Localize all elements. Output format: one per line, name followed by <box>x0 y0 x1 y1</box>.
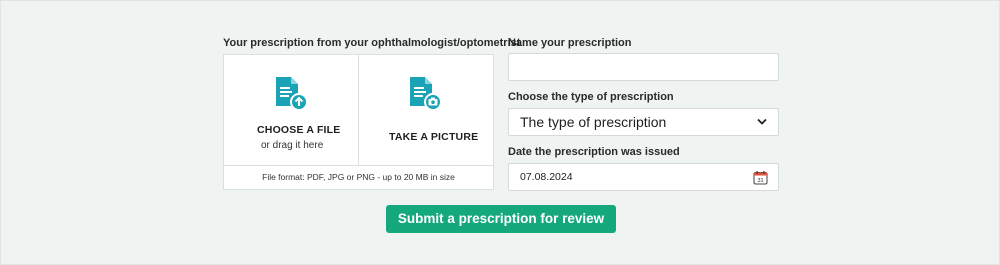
choose-file-title: CHOOSE A FILE <box>257 124 341 136</box>
file-upload-icon <box>276 77 308 111</box>
date-field-label: Date the prescription was issued <box>508 146 680 158</box>
file-format-note: File format: PDF, JPG or PNG - up to 20 … <box>224 165 493 189</box>
page-background: Your prescription from your ophthalmolog… <box>0 0 1000 265</box>
issue-date-field[interactable]: 07.08.2024 31 <box>508 163 779 191</box>
calendar-icon[interactable]: 31 <box>753 170 768 185</box>
choose-file-button[interactable]: CHOOSE A FILE or drag it here <box>224 55 359 165</box>
file-camera-icon <box>410 77 442 111</box>
chevron-down-icon <box>757 118 767 125</box>
prescription-type-value: The type of prescription <box>520 114 667 130</box>
take-picture-button[interactable]: TAKE A PICTURE <box>359 55 493 165</box>
upload-box: CHOOSE A FILE or drag it here TAKE A PIC… <box>223 54 494 190</box>
name-field-label: Name your prescription <box>508 37 632 49</box>
issue-date-value: 07.08.2024 <box>520 171 573 183</box>
prescription-type-select[interactable]: The type of prescription <box>508 108 779 136</box>
name-field <box>508 53 779 81</box>
submit-prescription-button[interactable]: Submit a prescription for review <box>386 205 616 233</box>
take-picture-title: TAKE A PICTURE <box>389 131 479 143</box>
type-field-label: Choose the type of prescription <box>508 91 674 103</box>
calendar-day-number: 31 <box>757 178 763 184</box>
upload-section-label: Your prescription from your ophthalmolog… <box>223 37 521 49</box>
choose-file-subtitle: or drag it here <box>261 140 324 151</box>
prescription-name-input[interactable] <box>509 54 778 80</box>
